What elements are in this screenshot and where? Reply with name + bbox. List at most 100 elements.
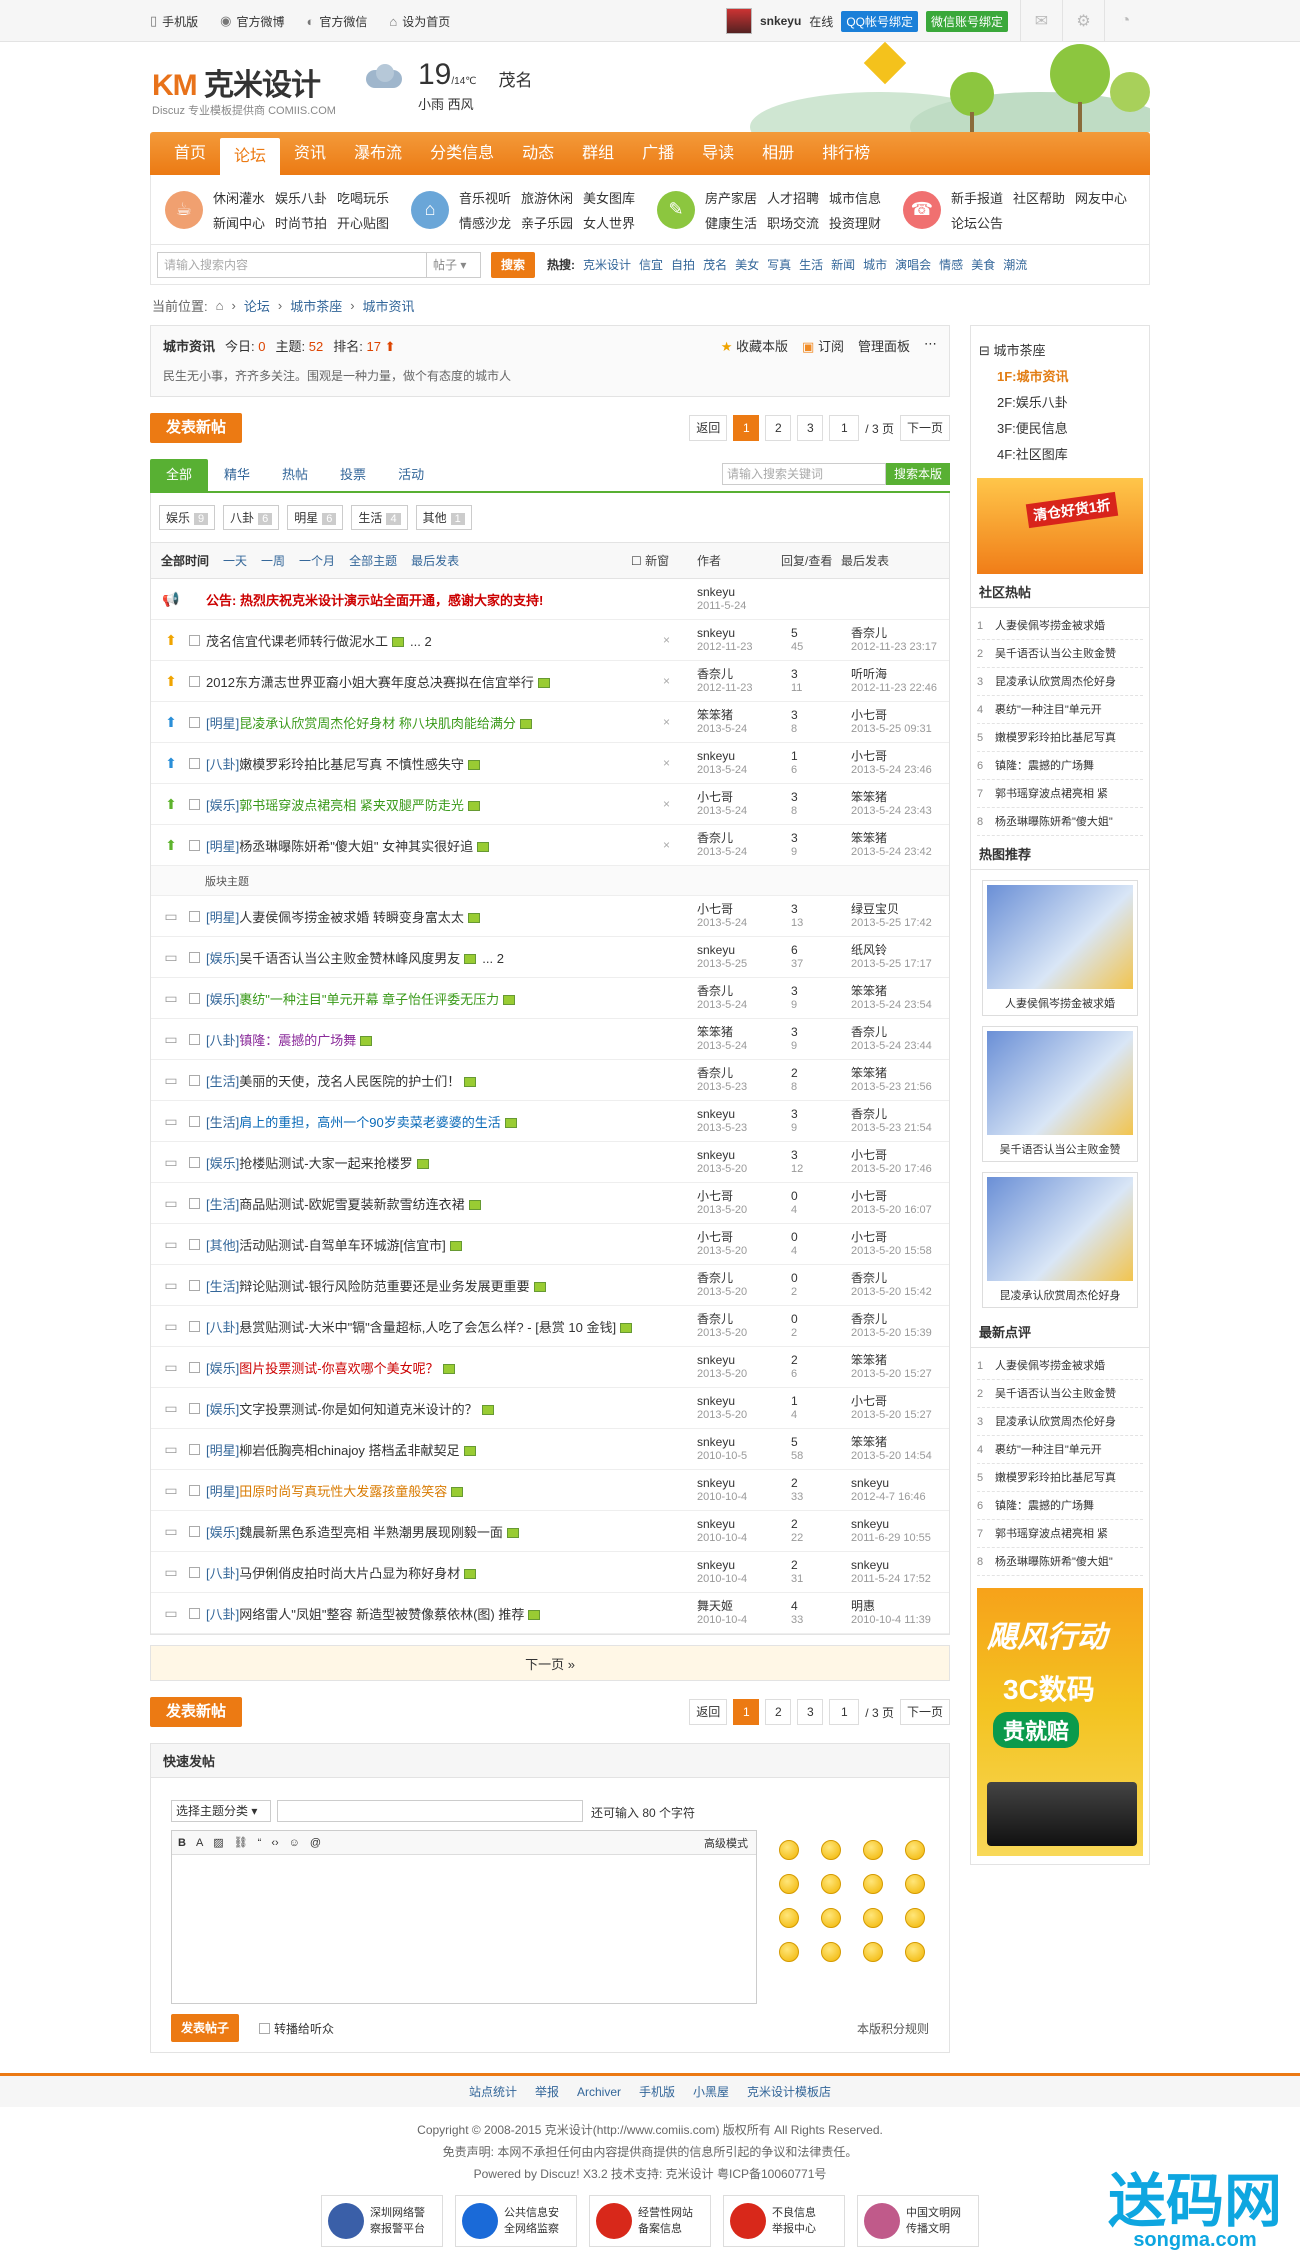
select-checkbox[interactable] [189, 1197, 200, 1209]
sort-1[interactable]: 一天 [223, 552, 247, 569]
more-icon[interactable]: ⋯ [924, 336, 937, 355]
last-post[interactable]: 香奈儿 2012-11-23 23:17 [851, 626, 937, 654]
topbar-link-2[interactable]: ◐ 官方微信 [307, 13, 368, 30]
hot-search-link[interactable]: 美女 [735, 256, 759, 273]
rss-icon[interactable]: ◔ [1104, 0, 1146, 42]
thread-title[interactable]: [娱乐]文字投票测试-你是如何知道克米设计的？ [206, 1399, 494, 1418]
footer-badge[interactable]: 经营性网站 备案信息 [589, 2195, 711, 2247]
page-2[interactable]: 2 [765, 1699, 792, 1725]
sidebar-list-item[interactable]: 5 嫩模罗彩玲拍比基尼写真 [977, 724, 1143, 752]
last-post[interactable]: 笨笨猪 2013-5-20 15:27 [851, 1353, 932, 1381]
thread-author[interactable]: snkeyu 2012-11-23 [697, 626, 752, 654]
page-3[interactable]: 3 [797, 415, 824, 441]
breadcrumb-forum[interactable]: 论坛 [244, 296, 270, 315]
hot-search-link[interactable]: 新闻 [831, 256, 855, 273]
page-3[interactable]: 3 [797, 1699, 824, 1725]
gear-icon[interactable]: ⚙ [1062, 0, 1104, 42]
quick-link[interactable]: 健康生活 [705, 213, 757, 232]
table-row[interactable]: ▭ [明星]田原时尚写真玩性大发露孩童般笑容 snkeyu 2010-10-4 2 33 s… [151, 1470, 949, 1511]
search-input[interactable]: 请输入搜索内容 [157, 251, 427, 278]
sidebar-list-item[interactable]: 8 杨丞琳曝陈妍希"傻大姐" [977, 808, 1143, 836]
new-post-button-bottom[interactable]: 发表新帖 [150, 1697, 243, 1727]
favorite-link[interactable]: ★ 收藏本版 [721, 336, 788, 355]
sidebar-list-item[interactable]: 7 郭书瑶穿波点裙亮相 紧 [977, 1520, 1143, 1548]
smiley-icon[interactable] [905, 1908, 925, 1928]
nav-item-10[interactable]: 排行榜 [808, 132, 884, 175]
thread-author[interactable]: snkeyu 2010-10-4 [697, 1517, 747, 1545]
footer-link[interactable]: 站点统计 [469, 2083, 517, 2100]
tab-0[interactable]: 全部 [150, 459, 209, 491]
breadcrumb-category[interactable]: 城市茶座 [290, 296, 342, 315]
quick-link[interactable]: 美女图库 [583, 188, 635, 207]
select-checkbox[interactable] [189, 910, 200, 922]
type-filter-0[interactable]: 娱乐 9 [159, 505, 216, 530]
nav-item-9[interactable]: 相册 [748, 132, 808, 175]
select-checkbox[interactable] [189, 1115, 200, 1127]
last-post[interactable]: 小七哥 2013-5-20 15:27 [851, 1394, 932, 1422]
last-post[interactable]: 笨笨猪 2013-5-20 14:54 [851, 1435, 932, 1463]
quick-link[interactable]: 亲子乐园 [521, 213, 573, 232]
post-title-input[interactable] [277, 1800, 583, 1822]
table-row[interactable]: ▭ [八卦]镇隆：震撼的广场舞 笨笨猪 2013-5-24 3 9 香奈儿 2013-5-24… [151, 1019, 949, 1060]
close-icon[interactable]: × [663, 715, 670, 729]
thread-category[interactable]: [生活] [206, 1197, 239, 1212]
wechat-bind-button[interactable]: 微信账号绑定 [925, 10, 1008, 32]
thread-category[interactable]: [八卦] [206, 1320, 239, 1335]
thread-author[interactable]: 香奈儿 2013-5-24 [697, 984, 747, 1012]
topbar-link-3[interactable]: ⌂ 设为首页 [389, 13, 450, 30]
last-post[interactable]: 小七哥 2013-5-24 23:46 [851, 749, 932, 777]
thread-author[interactable]: snkeyu 2013-5-24 [697, 749, 747, 777]
thread-author[interactable]: snkeyu 2013-5-20 [697, 1394, 747, 1422]
thread-category[interactable]: [娱乐] [206, 992, 239, 1007]
last-post[interactable]: 小七哥 2013-5-25 09:31 [851, 708, 932, 736]
thread-author[interactable]: snkeyu 2013-5-20 [697, 1353, 747, 1381]
select-checkbox[interactable] [189, 1279, 200, 1291]
thread-title[interactable]: [八卦]镇隆：震撼的广场舞 [206, 1030, 373, 1049]
thread-category[interactable]: [生活] [206, 1115, 239, 1130]
last-post[interactable]: 听听海 2012-11-23 22:46 [851, 667, 937, 695]
next-page-button[interactable]: 下一页 » [150, 1645, 950, 1681]
thread-title[interactable]: [明星]昆凌承认欣赏周杰伦好身材 称八块肌肉能给满分 [206, 713, 532, 732]
tab-3[interactable]: 投票 [324, 459, 382, 491]
nav-item-0[interactable]: 首页 [160, 132, 220, 175]
smiley-icon[interactable] [779, 1942, 799, 1962]
select-checkbox[interactable] [189, 992, 200, 1004]
quick-link[interactable]: 娱乐八卦 [275, 188, 327, 207]
thread-author[interactable]: 小七哥 2013-5-24 [697, 902, 747, 930]
search-type-select[interactable]: 帖子 ▾ [427, 251, 481, 278]
thread-category[interactable]: [明星] [206, 910, 239, 925]
sidebar-list-item[interactable]: 6 镇隆：震撼的广场舞 [977, 752, 1143, 780]
table-row[interactable]: ▭ [生活]辩论贴测试-银行风险防范重要还是业务发展更重要 香奈儿 2013-5-20… [151, 1265, 949, 1306]
image-icon[interactable]: ▨ [213, 1836, 223, 1849]
footer-link[interactable]: 举报 [535, 2083, 559, 2100]
thread-author[interactable]: 小七哥 2013-5-24 [697, 790, 747, 818]
recommend-pic[interactable]: 昆凌承认欣赏周杰伦好身 [982, 1172, 1138, 1308]
table-row[interactable]: ▭ [八卦]网络雷人"凤姐"整容 新造型被赞像蔡依林(图) 推荐 舞天姬 2010-1… [151, 1593, 949, 1634]
quick-link[interactable]: 网友中心 [1075, 188, 1127, 207]
thread-category[interactable]: [明星] [206, 839, 239, 854]
post-editor[interactable]: B A ▨ ⛓ “ ‹› ☺ @ 高级模式 [171, 1830, 757, 2004]
type-filter-3[interactable]: 生活 4 [351, 505, 408, 530]
new-post-button[interactable]: 发表新帖 [150, 413, 243, 443]
last-post[interactable]: 小七哥 2013-5-20 16:07 [851, 1189, 932, 1217]
sort-4[interactable]: 全部主题 [349, 552, 397, 569]
page-1[interactable]: 1 [733, 415, 760, 441]
footer-badge[interactable]: 深圳网络警 察报警平台 [321, 2195, 443, 2247]
thread-author[interactable]: 小七哥 2013-5-20 [697, 1189, 747, 1217]
page-1[interactable]: 1 [733, 1699, 760, 1725]
table-row[interactable]: ▭ [明星]人妻侯佩岑捞金被求婚 转瞬变身富太太 小七哥 2013-5-24 3 13 绿豆… [151, 896, 949, 937]
last-post[interactable]: 笨笨猪 2013-5-23 21:56 [851, 1066, 932, 1094]
quick-link[interactable]: 新闻中心 [213, 213, 265, 232]
page-jump[interactable]: ... 2 [410, 634, 432, 649]
hot-search-link[interactable]: 城市 [863, 256, 887, 273]
announcement-row[interactable]: 📢 公告: 热烈庆祝克米设计演示站全面开通，感谢大家的支持! snkeyu 2011-… [151, 579, 949, 620]
thread-category[interactable]: [生活] [206, 1279, 239, 1294]
thread-author[interactable]: snkeyu 2013-5-25 [697, 943, 747, 971]
sync-checkbox[interactable]: 转播给听众 [259, 2020, 334, 2037]
last-post[interactable]: 笨笨猪 2013-5-24 23:42 [851, 831, 932, 859]
hot-search-link[interactable]: 自拍 [671, 256, 695, 273]
quick-link[interactable]: 论坛公告 [951, 213, 1003, 232]
advanced-mode-link[interactable]: 高级模式 [704, 1835, 748, 1851]
hot-search-link[interactable]: 生活 [799, 256, 823, 273]
quick-link[interactable]: 投资理财 [829, 213, 881, 232]
